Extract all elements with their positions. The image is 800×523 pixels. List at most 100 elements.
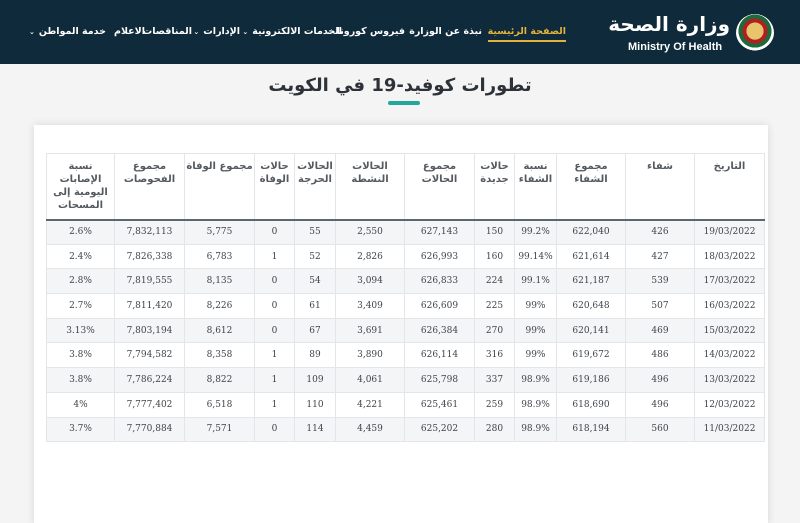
table-cell: 7,571 [184,416,255,443]
table-cell: 3.8% [46,342,115,369]
chevron-down-icon: ⌄ [193,28,200,36]
ministry-logo[interactable]: وزارة الصحة Ministry Of Health [608,10,774,56]
table-cell: 224 [474,268,515,295]
table-cell: 99% [514,317,557,344]
table-cell: 160 [474,243,515,270]
table-cell: 4% [46,391,115,418]
column-header: حالات جديدة [474,153,515,221]
table-row: 15/03/2022 469 620,141 99% 270 626,384 3,691 67… [46,317,765,344]
table-cell: 1 [254,342,295,369]
chevron-down-icon: ⌄ [28,28,35,36]
table-cell: 619,672 [556,342,626,369]
column-header: الحالات النشطة [335,153,405,221]
table-cell: 16/03/2022 [694,293,765,319]
table-cell: 316 [474,342,515,369]
page-title: تطورات كوفيد-19 في الكويت [268,75,532,96]
table-cell: 539 [625,268,695,295]
title-accent-line [388,101,420,105]
column-header: نسبة الشفاء [514,153,557,221]
nav-tenders[interactable]: المناقصات [143,26,192,42]
nav-citizen-service[interactable]: خدمة المواطن⌄ [29,26,106,42]
top-navigation-bar: وزارة الصحة Ministry Of Health الصفحة ال… [0,0,800,64]
nav-about-ministry[interactable]: نبذة عن الوزارة [409,26,482,42]
nav-e-services-label: الخدمات الالكترونية [252,26,342,37]
table-cell: 99.2% [514,219,557,245]
column-header: شفاء [625,153,695,221]
nav-media-label: الاعلام [114,26,145,37]
nav-departments[interactable]: الإدارات⌄ [193,26,240,42]
table-cell: 625,202 [404,416,475,443]
table-cell: 18/03/2022 [694,243,765,270]
table-cell: 5,775 [184,219,255,245]
nav-active-underline [487,40,566,42]
nav-about-label: نبذة عن الوزارة [409,26,482,37]
table-cell: 619,186 [556,367,626,393]
table-cell: 1 [254,391,295,418]
nav-home[interactable]: الصفحة الرئيسية [487,26,566,42]
table-row: 19/03/2022 426 622,040 99.2% 150 627,143 2,550… [46,219,765,245]
table-cell: 2,826 [335,243,405,270]
table-cell: 99.14% [514,243,557,270]
table-cell: 0 [254,317,295,344]
table-row: 18/03/2022 427 621,614 99.14% 160 626,993 2,82… [46,243,765,270]
table-cell: 625,798 [404,367,475,393]
table-cell: 486 [625,342,695,369]
table-cell: 99% [514,293,557,319]
table-cell: 496 [625,391,695,418]
table-cell: 7,826,338 [114,243,185,270]
table-cell: 89 [294,342,336,369]
table-cell: 0 [254,293,295,319]
table-cell: 99.1% [514,268,557,295]
table-cell: 3.8% [46,367,115,393]
table-cell: 626,833 [404,268,475,295]
table-cell: 270 [474,317,515,344]
table-cell: 626,609 [404,293,475,319]
table-row: 11/03/2022 560 618,194 98.9% 280 625,202 4,459… [46,416,765,443]
chevron-down-icon: ⌄ [242,28,249,36]
table-cell: 11/03/2022 [694,416,765,443]
table-cell: 8,135 [184,268,255,295]
table-cell: 2,550 [335,219,405,245]
logo-english-text: Ministry Of Health [628,41,723,53]
table-cell: 427 [625,243,695,270]
table-cell: 2.7% [46,293,115,319]
table-cell: 2.8% [46,268,115,295]
table-cell: 2.4% [46,243,115,270]
table-cell: 4,061 [335,367,405,393]
table-cell: 4,221 [335,391,405,418]
nav-home-label: الصفحة الرئيسية [487,26,566,37]
nav-e-services[interactable]: الخدمات الالكترونية⌄ [242,26,342,42]
table-cell: 19/03/2022 [694,219,765,245]
column-header: التاريخ [694,153,765,221]
table-cell: 110 [294,391,336,418]
nav-tenders-label: المناقصات [142,26,192,37]
table-cell: 1 [254,367,295,393]
table-cell: 4,459 [335,416,405,443]
column-header: حالات الوفاة [254,153,295,221]
table-cell: 620,141 [556,317,626,344]
table-cell: 8,612 [184,317,255,344]
nav-coronavirus-label: فيروس كورونا [336,26,405,37]
table-cell: 8,226 [184,293,255,319]
table-cell: 6,518 [184,391,255,418]
table-cell: 7,832,113 [114,219,185,245]
table-cell: 337 [474,367,515,393]
table-cell: 622,040 [556,219,626,245]
table-header-row: التاريخ شفاء مجموع الشفاء نسبة الشفاء حالات … [46,153,765,221]
table-cell: 2.6% [46,219,115,245]
column-header: مجموع الحالات [404,153,475,221]
table-cell: 17/03/2022 [694,268,765,295]
table-cell: 0 [254,219,295,245]
table-cell: 7,819,555 [114,268,185,295]
table-cell: 3.13% [46,317,115,344]
table-cell: 1 [254,243,295,270]
table-cell: 55 [294,219,336,245]
table-cell: 98.9% [514,416,557,443]
table-cell: 7,777,402 [114,391,185,418]
table-cell: 7,770,884 [114,416,185,443]
covid-stats-table: التاريخ شفاء مجموع الشفاء نسبة الشفاء حالات … [46,153,765,443]
table-cell: 3,409 [335,293,405,319]
nav-media[interactable]: الاعلام [114,26,145,42]
table-cell: 626,384 [404,317,475,344]
column-header: نسبة الإصابات اليومية إلى المسحات [46,153,115,221]
